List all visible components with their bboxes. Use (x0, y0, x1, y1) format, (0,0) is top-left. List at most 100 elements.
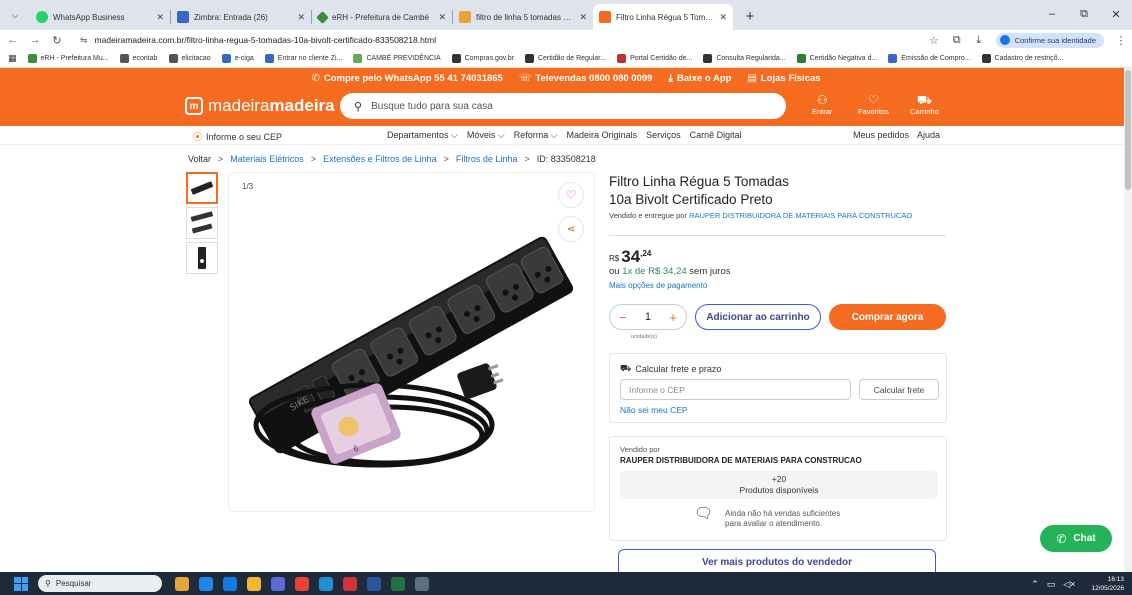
kebab-menu-icon[interactable]: ⋮ (1110, 34, 1132, 47)
site-logo[interactable]: m madeira madeira (185, 96, 335, 116)
tab-close-icon[interactable]: ✕ (297, 12, 305, 23)
taskbar-app-icon[interactable] (175, 576, 189, 591)
taskbar-app-icon[interactable] (223, 576, 237, 591)
bookmark-item[interactable]: econtab (119, 54, 158, 63)
menu-reforma[interactable]: Reforma ⌵ (514, 130, 558, 141)
volume-icon[interactable]: ◁× (1063, 579, 1075, 590)
tab-close-icon[interactable]: ✕ (156, 12, 164, 23)
restore-button[interactable]: ⧉ (1068, 0, 1100, 28)
thumbnail-1[interactable] (186, 172, 218, 204)
apps-grid-icon[interactable]: ▦ (8, 53, 17, 64)
taskbar-search[interactable]: ⚲ Pesquisar (38, 575, 162, 592)
reload-icon[interactable]: ↻ (48, 34, 66, 47)
cep-input[interactable]: Informe o CEP (620, 379, 851, 400)
url-text[interactable]: madeiramadeira.com.br/filtro-linha-regua… (95, 35, 437, 45)
browser-tab[interactable]: Zimbra: Entrada (26) ✕ (171, 4, 311, 30)
back-arrow-icon[interactable]: ← (4, 34, 22, 46)
promo-stores[interactable]: ▤ Lojas Físicas (747, 73, 820, 84)
breadcrumb-materiais-eletricos[interactable]: Materiais Elétricos (230, 154, 304, 164)
new-tab-button[interactable]: + (739, 5, 761, 27)
breadcrumb-back[interactable]: Voltar (188, 154, 211, 164)
chat-button[interactable]: ✆ Chat (1040, 525, 1112, 552)
seller-link[interactable]: RAUPER DISTRIBUIDORA DE MATERIAIS PARA C… (689, 211, 912, 220)
taskbar-app-icon[interactable] (295, 576, 309, 591)
menu-servicos[interactable]: Serviços (646, 130, 681, 141)
tab-close-icon[interactable]: ✕ (579, 12, 587, 23)
taskbar-app-icon[interactable] (343, 576, 357, 591)
browser-tab[interactable]: WhatsApp Business ✕ (30, 4, 170, 30)
taskbar-app-icon[interactable] (415, 576, 429, 591)
taskbar-app-icon[interactable] (367, 576, 381, 591)
browser-tab-active[interactable]: Filtro Linha Régua 5 Tomadas 1... ✕ (593, 4, 733, 30)
promo-whatsapp[interactable]: ✆ Compre pelo WhatsApp 55 41 74031865 (311, 73, 502, 84)
bookmark-item[interactable]: Entrar no cliente Zi... (264, 54, 342, 63)
browser-tab[interactable]: eRH - Prefeitura de Cambé ✕ (312, 4, 452, 30)
url-field[interactable]: ⇋ madeiramadeira.com.br/filtro-linha-reg… (72, 32, 947, 48)
tab-search-chevron-icon[interactable]: ⌵ (4, 4, 26, 26)
tab-close-icon[interactable]: ✕ (719, 12, 727, 23)
taskbar-app-icon[interactable] (391, 576, 405, 591)
buy-now-button[interactable]: Comprar agora (829, 304, 946, 330)
bookmark-item[interactable]: elicitacao (168, 54, 211, 63)
taskbar-app-icon[interactable] (271, 576, 285, 591)
menu-carne-digital[interactable]: Carnê Digital (690, 130, 742, 141)
bookmark-item[interactable]: Portal Certidão de... (617, 54, 692, 63)
bookmark-item[interactable]: Compras.gov.br (451, 54, 514, 63)
breadcrumb-extensoes[interactable]: Extensões e Filtros de Linha (323, 154, 437, 164)
menu-departamentos[interactable]: Departamentos ⌵ (387, 130, 458, 141)
main-product-image[interactable]: 6 SIKE (228, 172, 595, 512)
add-to-cart-button[interactable]: Adicionar ao carrinho (695, 304, 821, 330)
promo-televendas[interactable]: ☏ Televendas 0800 080 0099 (519, 73, 653, 84)
promo-app[interactable]: ⤓ Baixe o App (668, 73, 731, 84)
unknown-cep-link[interactable]: Não sei meu CEP (620, 405, 688, 415)
share-button[interactable]: ⋖ (558, 216, 584, 242)
search-bar[interactable]: ⚲ Busque tudo para sua casa (340, 93, 786, 119)
decrease-quantity-button[interactable]: − (619, 310, 627, 325)
close-window-button[interactable]: ✕ (1100, 0, 1132, 28)
bookmark-item[interactable]: eRH - Prefeitura Mu... (27, 54, 109, 63)
chevron-up-icon[interactable]: ⌃ (1031, 579, 1039, 590)
site-settings-icon[interactable]: ⇋ (80, 35, 88, 46)
taskbar-app-icon[interactable] (199, 576, 213, 591)
profile-button[interactable]: Confirme sua identidade (995, 32, 1104, 48)
favorite-heart-button[interactable]: ♡ (558, 182, 584, 208)
page-scrollbar[interactable] (1124, 68, 1132, 572)
bookmark-item[interactable]: Consulta Regularida... (703, 54, 786, 63)
bookmark-item[interactable]: CAMBÉ PREVIDÊNCIA (353, 54, 441, 63)
bookmark-item[interactable]: e-ciga (221, 54, 254, 63)
download-icon[interactable]: ⤓ (968, 34, 990, 47)
bookmark-item[interactable]: Cadastro de restriçõ... (981, 54, 1063, 63)
windows-start-icon[interactable] (14, 576, 28, 591)
scrollbar-thumb[interactable] (1125, 70, 1131, 190)
network-icon[interactable]: ▭ (1047, 579, 1056, 590)
vendor-name[interactable]: RAUPER DISTRIBUIDORA DE MATERIAIS PARA C… (620, 456, 862, 465)
tab-close-icon[interactable]: ✕ (438, 12, 446, 23)
clock[interactable]: 16:13 12/05/2026 (1091, 575, 1124, 593)
cart-button[interactable]: ⛟ Carrinho (910, 94, 939, 117)
calculate-shipping-button[interactable]: Calcular frete (859, 379, 939, 400)
browser-tab[interactable]: filtro de linha 5 tomadas 10a c... ✕ (453, 4, 593, 30)
minimize-button[interactable]: – (1036, 0, 1068, 28)
help-link[interactable]: Ajuda (917, 130, 940, 140)
increase-quantity-button[interactable]: + (669, 310, 677, 325)
breadcrumb-filtros[interactable]: Filtros de Linha (456, 154, 518, 164)
bookmark-item[interactable]: Certidão Negativa d... (796, 54, 877, 63)
bookmark-item[interactable]: Emissão de Compro... (888, 54, 971, 63)
thumbnail-2[interactable] (186, 207, 218, 239)
login-button[interactable]: ⚇ Entrar (812, 94, 832, 117)
quantity-value[interactable]: 1 (645, 311, 651, 323)
cep-selector[interactable]: ⦿ Informe o seu CEP (193, 130, 282, 143)
taskbar-app-icon[interactable] (247, 576, 261, 591)
taskbar-app-icon[interactable] (319, 576, 333, 591)
forward-arrow-icon[interactable]: → (26, 34, 44, 46)
favorites-button[interactable]: ♡ Favoritos (858, 94, 889, 117)
orders-link[interactable]: Meus pedidos (853, 130, 909, 140)
menu-madeira-originals[interactable]: Madeira Originals (567, 130, 638, 141)
menu-moveis[interactable]: Móveis ⌵ (467, 130, 505, 141)
extensions-icon[interactable]: ⧉ (946, 34, 968, 47)
search-placeholder[interactable]: Busque tudo para sua casa (371, 101, 493, 112)
bookmark-item[interactable]: Certidão de Regular... (524, 54, 606, 63)
bookmark-star-icon[interactable]: ☆ (929, 34, 939, 47)
payment-options-link[interactable]: Mais opções de pagamento (609, 281, 707, 290)
thumbnail-3[interactable] (186, 242, 218, 274)
